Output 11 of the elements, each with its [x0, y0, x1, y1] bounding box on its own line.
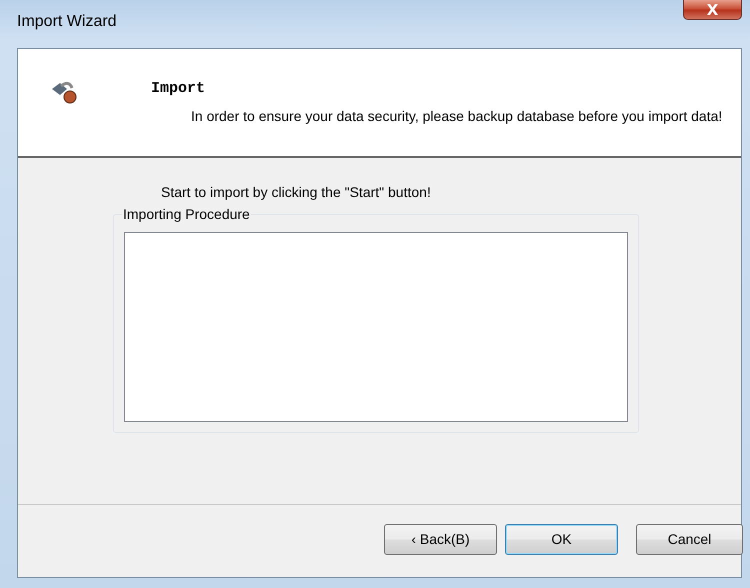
ok-button[interactable]: OK	[505, 524, 618, 554]
close-button[interactable]: X	[683, 0, 742, 20]
group-label: Importing Procedure	[122, 206, 251, 222]
import-icon	[51, 80, 79, 104]
header-title: Import	[151, 80, 206, 97]
procedure-log-box[interactable]	[124, 232, 628, 422]
cancel-button[interactable]: Cancel	[636, 524, 743, 554]
back-button[interactable]: ‹ Back(B)	[384, 524, 497, 554]
window-title: Import Wizard	[17, 13, 117, 31]
instruction-text: Start to import by clicking the "Start" button!	[161, 184, 432, 200]
header-description: In order to ensure your data security, please backup database before you import data!	[191, 107, 724, 125]
